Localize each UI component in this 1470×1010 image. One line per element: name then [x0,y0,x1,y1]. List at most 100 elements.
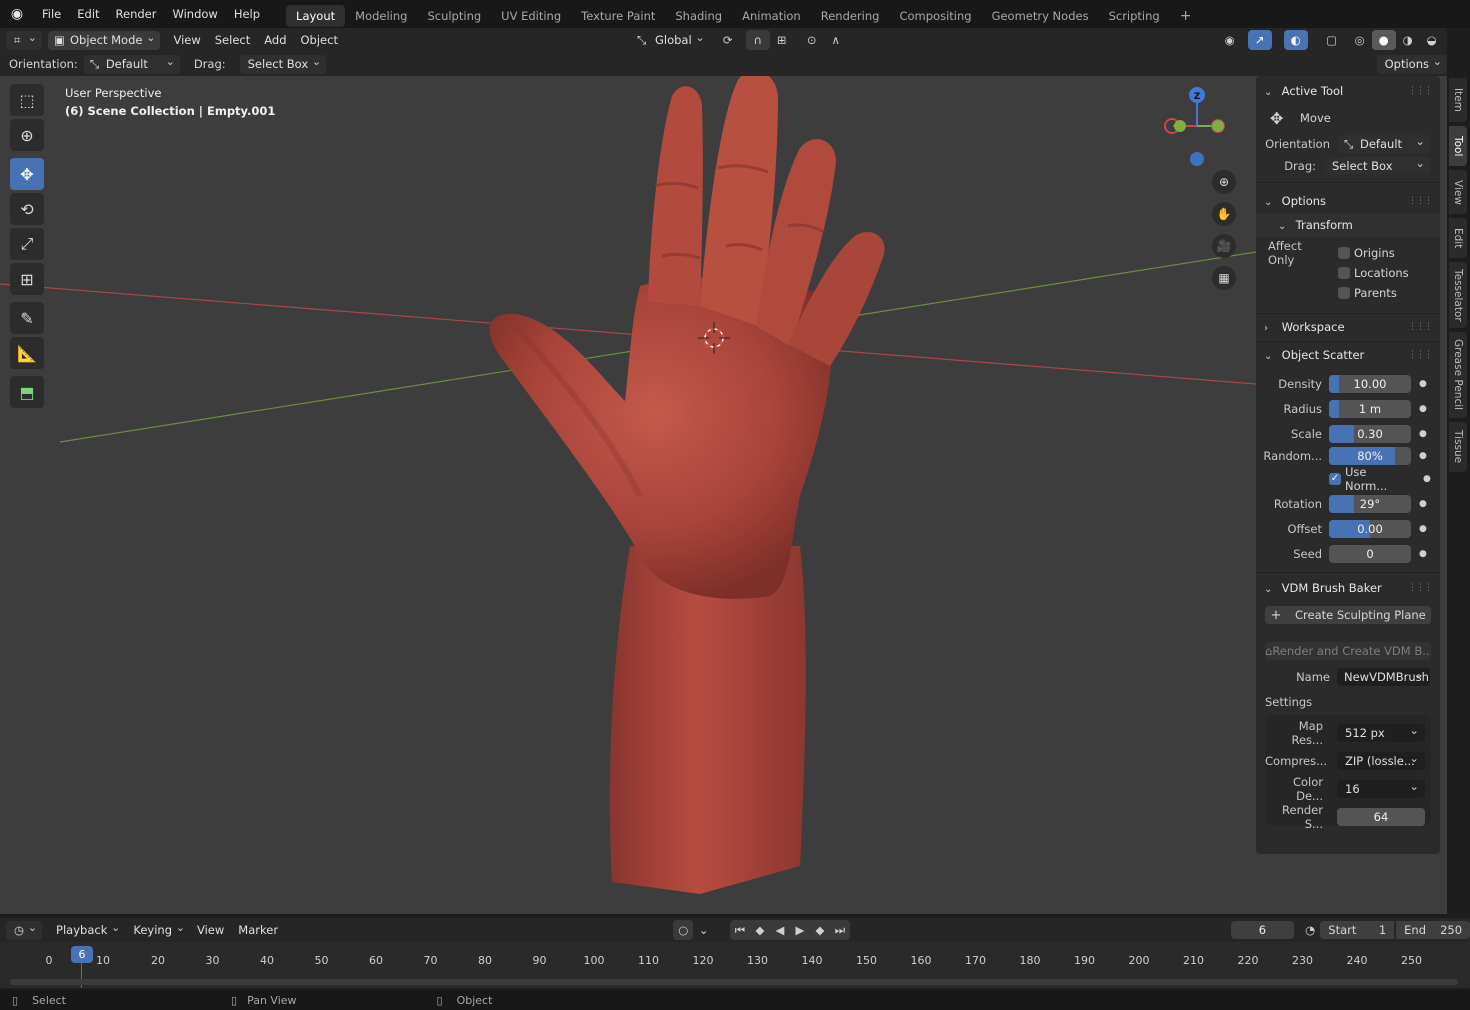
shading-wireframe-icon[interactable]: ◎ [1348,30,1372,50]
drag-grip-icon[interactable]: ⋮⋮⋮ [1408,189,1433,213]
snap-target-icon[interactable]: ⊞ [770,30,794,50]
jump-start-icon[interactable]: ⏮ [730,920,750,940]
compression-dropdown[interactable]: ZIP (lossle... [1337,752,1425,770]
annotate-tool-icon[interactable]: ✎ [10,302,44,334]
keyframe-dot-icon[interactable]: ● [1419,379,1427,389]
tab-modeling[interactable]: Modeling [345,5,417,27]
gizmo-toggle-icon[interactable]: ↗ [1247,30,1272,50]
transform-orientation-dropdown[interactable]: ⤡ Global [631,28,710,50]
menu-file[interactable]: File [34,0,69,28]
render-create-vdm-button[interactable]: ⌂ Render and Create VDM B... [1265,642,1431,660]
3d-viewport[interactable]: Z User Perspective (6) Scene Collection … [0,76,1447,914]
scale-field[interactable]: 0.30 [1329,424,1411,443]
pan-hand-icon[interactable]: ✋ [1212,202,1236,226]
next-keyframe-icon[interactable]: ◆ [810,920,830,940]
shading-solid-icon[interactable]: ● [1371,30,1396,50]
auto-keying-icon[interactable]: ○ [673,920,694,940]
options-header[interactable]: ⌄ Options ⋮⋮⋮ [1256,189,1440,213]
orientation-dropdown[interactable]: ⤡ Default [83,52,180,74]
zoom-icon[interactable]: ⊕ [1212,170,1236,194]
workspace-header[interactable]: › Workspace ⋮⋮⋮ [1256,315,1440,339]
menu-view[interactable]: View [166,30,207,50]
drag-grip-icon[interactable]: ⋮⋮⋮ [1408,79,1433,103]
random-field[interactable]: 80% [1329,447,1411,465]
timeline-menu-marker[interactable]: Marker [231,920,285,940]
rotate-tool-icon[interactable]: ⟲ [10,193,44,225]
density-field[interactable]: 10.00 [1329,374,1411,393]
tab-animation[interactable]: Animation [732,5,811,27]
keyframe-dot-icon[interactable]: ● [1419,429,1427,439]
vdm-brush-baker-header[interactable]: ⌄ VDM Brush Baker ⋮⋮⋮ [1256,576,1440,600]
keyframe-dot-icon[interactable]: ● [1419,499,1427,509]
falloff-curve-icon[interactable]: ∧ [824,30,848,50]
play-icon[interactable]: ▶ [790,920,810,940]
use-normal-checkbox[interactable]: ✓ [1329,472,1341,485]
side-tab-grease-pencil[interactable]: Grease Pencil [1449,332,1467,418]
options-dropdown[interactable]: Options [1376,52,1447,74]
menu-object[interactable]: Object [294,30,345,50]
drag-grip-icon[interactable]: ⋮⋮⋮ [1408,343,1433,367]
rotation-field[interactable]: 29° [1329,494,1411,513]
parents-checkbox[interactable] [1338,287,1350,299]
drag-grip-icon[interactable]: ⋮⋮⋮ [1408,315,1433,339]
offset-field[interactable]: 0.00 [1329,519,1411,538]
vdm-name-input[interactable]: NewVDMBrush [1337,668,1430,686]
timeline-editor-type-dropdown[interactable]: ◷ [6,918,43,940]
blender-logo-icon[interactable]: ◉ [0,6,34,22]
drag-grip-icon[interactable]: ⋮⋮⋮ [1408,576,1433,600]
playhead-frame-badge[interactable]: 6 [71,946,93,963]
measure-tool-icon[interactable]: 📐 [10,337,44,369]
scale-tool-icon[interactable]: ⤢ [10,228,44,260]
jump-end-icon[interactable]: ⏭ [830,920,850,940]
tab-compositing[interactable]: Compositing [889,5,981,27]
locations-checkbox[interactable] [1338,267,1350,279]
color-depth-dropdown[interactable]: 16 [1337,780,1425,798]
keyframe-dot-icon[interactable]: ● [1419,404,1427,414]
drag-dropdown[interactable]: Select Box [239,52,327,74]
snap-magnet-icon[interactable]: ∩ [745,30,770,50]
timeline-scrollbar[interactable] [10,979,1458,985]
side-tab-tissue[interactable]: Tissue [1449,422,1467,472]
menu-window[interactable]: Window [164,0,225,28]
shading-material-icon[interactable]: ◑ [1396,30,1420,50]
tab-scripting[interactable]: Scripting [1099,5,1170,27]
xray-toggle-icon[interactable]: ▢ [1320,30,1344,50]
timeline-scrubber[interactable]: 0 10 20 30 40 50 60 70 80 90 100 110 120 130 140 150 160… [0,942,1470,988]
timeline-menu-view[interactable]: View [190,920,231,940]
transform-tool-icon[interactable]: ⊞ [10,263,44,295]
transform-subheader[interactable]: ⌄ Transform [1256,213,1440,237]
keyframe-dot-icon[interactable]: ● [1419,524,1427,534]
current-frame-field[interactable]: 6 [1230,921,1294,939]
keyframe-dot-icon[interactable]: ● [1419,451,1427,461]
side-tab-tool[interactable]: Tool [1449,126,1467,166]
menu-select[interactable]: Select [208,30,257,50]
map-res-dropdown[interactable]: 512 px [1337,724,1425,742]
tab-layout[interactable]: Layout [286,4,346,27]
object-scatter-header[interactable]: ⌄ Object Scatter ⋮⋮⋮ [1256,343,1440,367]
keyframe-dot-icon[interactable]: ● [1423,474,1431,484]
keying-dropdown[interactable]: Keying [125,918,190,940]
shading-rendered-icon[interactable]: ◒ [1420,30,1444,50]
tab-texture-paint[interactable]: Texture Paint [571,5,665,27]
visibility-eye-icon[interactable]: ◉ [1218,30,1242,50]
cursor-tool-icon[interactable]: ⊕ [10,119,44,151]
render-samples-field[interactable]: 64 [1337,808,1425,826]
side-tab-item[interactable]: Item [1449,78,1467,122]
origins-checkbox[interactable] [1338,247,1350,259]
overlay-toggle-icon[interactable]: ◐ [1283,30,1308,50]
create-sculpting-plane-button[interactable]: + Create Sculpting Plane [1265,606,1431,624]
perspective-grid-icon[interactable]: ▦ [1212,266,1236,290]
playback-dropdown[interactable]: Playback [48,918,125,940]
prev-keyframe-icon[interactable]: ◆ [750,920,770,940]
menu-render[interactable]: Render [108,0,165,28]
end-frame-field[interactable]: End 250 [1396,921,1470,939]
move-tool-icon[interactable]: ✥ [10,158,44,190]
play-reverse-icon[interactable]: ◀ [770,920,790,940]
side-tab-view[interactable]: View [1449,170,1467,214]
tab-rendering[interactable]: Rendering [811,5,890,27]
menu-edit[interactable]: Edit [69,0,107,28]
select-box-tool-icon[interactable]: ⬚ [10,84,44,116]
radius-field[interactable]: 1 m [1329,399,1411,418]
camera-view-icon[interactable]: 🎥 [1212,234,1236,258]
keyframe-dot-icon[interactable]: ● [1419,549,1427,559]
